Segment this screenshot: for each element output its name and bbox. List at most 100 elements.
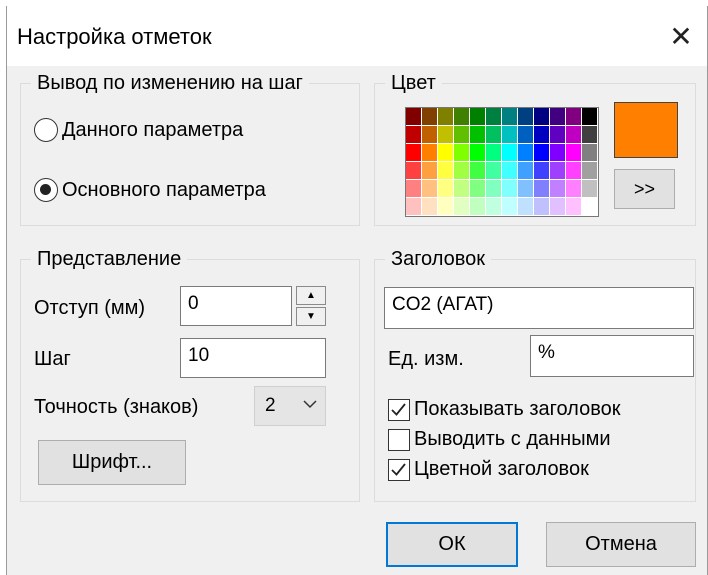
palette-cell[interactable]	[550, 198, 566, 216]
palette-cell[interactable]	[566, 144, 582, 162]
palette-cell[interactable]	[534, 126, 550, 144]
palette-cell[interactable]	[438, 126, 454, 144]
palette-cell[interactable]	[518, 180, 534, 198]
output-with-data-checkbox[interactable]: Выводить с данными	[388, 428, 611, 451]
palette-cell[interactable]	[406, 198, 422, 216]
color-group-legend: Цвет	[391, 72, 436, 94]
palette-cell[interactable]	[486, 162, 502, 180]
precision-combobox[interactable]: 2	[254, 386, 326, 426]
palette-cell[interactable]	[518, 108, 534, 126]
palette-cell[interactable]	[422, 108, 438, 126]
spin-down-icon[interactable]: ▼	[296, 307, 326, 326]
palette-cell[interactable]	[438, 144, 454, 162]
close-icon[interactable]: ✕	[661, 18, 701, 54]
step-label: Шаг	[34, 348, 71, 370]
palette-cell[interactable]	[438, 180, 454, 198]
palette-cell[interactable]	[486, 108, 502, 126]
palette-cell[interactable]	[470, 144, 486, 162]
palette-cell[interactable]	[534, 198, 550, 216]
palette-cell[interactable]	[582, 162, 598, 180]
palette-cell[interactable]	[454, 108, 470, 126]
cancel-button[interactable]: Отмена	[546, 522, 696, 567]
palette-cell[interactable]	[422, 162, 438, 180]
palette-cell[interactable]	[406, 108, 422, 126]
palette-cell[interactable]	[550, 108, 566, 126]
palette-cell[interactable]	[566, 126, 582, 144]
palette-cell[interactable]	[566, 180, 582, 198]
palette-cell[interactable]	[550, 126, 566, 144]
indent-spinner[interactable]: ▲ ▼	[296, 286, 326, 326]
palette-cell[interactable]	[534, 162, 550, 180]
palette-cell[interactable]	[470, 180, 486, 198]
palette-cell[interactable]	[470, 162, 486, 180]
palette-cell[interactable]	[486, 126, 502, 144]
colored-header-checkbox[interactable]: Цветной заголовок	[388, 458, 589, 481]
palette-cell[interactable]	[518, 162, 534, 180]
palette-cell[interactable]	[502, 126, 518, 144]
palette-cell[interactable]	[534, 144, 550, 162]
palette-cell[interactable]	[550, 162, 566, 180]
palette-cell[interactable]	[406, 126, 422, 144]
radio-main-parameter[interactable]: Основного параметра	[34, 178, 266, 202]
more-colors-button[interactable]: >>	[614, 169, 675, 209]
palette-cell[interactable]	[518, 144, 534, 162]
font-button[interactable]: Шрифт...	[38, 440, 186, 485]
title-bar: Настройка отметок ✕	[7, 6, 707, 66]
palette-cell[interactable]	[582, 126, 598, 144]
radio-circle[interactable]	[34, 118, 58, 142]
palette-cell[interactable]	[566, 108, 582, 126]
indent-input[interactable]: 0	[180, 286, 292, 326]
palette-cell[interactable]	[486, 144, 502, 162]
palette-cell[interactable]	[566, 198, 582, 216]
palette-cell[interactable]	[534, 108, 550, 126]
palette-cell[interactable]	[422, 180, 438, 198]
color-palette[interactable]	[405, 107, 599, 217]
palette-cell[interactable]	[518, 126, 534, 144]
palette-cell[interactable]	[454, 180, 470, 198]
palette-cell[interactable]	[470, 108, 486, 126]
header-title-input[interactable]: CO2 (АГАТ)	[384, 287, 694, 329]
palette-cell[interactable]	[454, 144, 470, 162]
radio-this-parameter[interactable]: Данного параметра	[34, 118, 243, 142]
palette-cell[interactable]	[422, 198, 438, 216]
palette-cell[interactable]	[502, 108, 518, 126]
palette-cell[interactable]	[486, 180, 502, 198]
chevron-down-icon	[303, 400, 317, 409]
palette-cell[interactable]	[438, 198, 454, 216]
palette-cell[interactable]	[582, 180, 598, 198]
palette-cell[interactable]	[438, 162, 454, 180]
palette-cell[interactable]	[582, 144, 598, 162]
unit-input[interactable]: %	[530, 335, 694, 377]
palette-cell[interactable]	[406, 180, 422, 198]
palette-cell[interactable]	[582, 108, 598, 126]
palette-cell[interactable]	[422, 144, 438, 162]
checkbox-box[interactable]	[388, 398, 410, 421]
spin-up-icon[interactable]: ▲	[296, 286, 326, 305]
palette-cell[interactable]	[550, 180, 566, 198]
palette-cell[interactable]	[406, 162, 422, 180]
palette-cell[interactable]	[502, 180, 518, 198]
palette-cell[interactable]	[454, 126, 470, 144]
palette-cell[interactable]	[486, 198, 502, 216]
palette-cell[interactable]	[566, 162, 582, 180]
palette-cell[interactable]	[502, 162, 518, 180]
palette-cell[interactable]	[454, 198, 470, 216]
checkbox-box[interactable]	[388, 458, 410, 481]
palette-cell[interactable]	[550, 144, 566, 162]
palette-cell[interactable]	[502, 144, 518, 162]
palette-cell[interactable]	[518, 198, 534, 216]
step-input[interactable]: 10	[180, 338, 326, 378]
palette-cell[interactable]	[454, 162, 470, 180]
palette-cell[interactable]	[470, 126, 486, 144]
ok-button[interactable]: ОК	[386, 522, 518, 567]
palette-cell[interactable]	[502, 198, 518, 216]
palette-cell[interactable]	[406, 144, 422, 162]
radio-circle-selected[interactable]	[34, 178, 58, 202]
show-header-checkbox[interactable]: Показывать заголовок	[388, 398, 620, 421]
palette-cell[interactable]	[438, 108, 454, 126]
palette-cell[interactable]	[470, 198, 486, 216]
checkbox-box[interactable]	[388, 428, 410, 451]
palette-cell[interactable]	[582, 198, 598, 216]
palette-cell[interactable]	[422, 126, 438, 144]
palette-cell[interactable]	[534, 180, 550, 198]
